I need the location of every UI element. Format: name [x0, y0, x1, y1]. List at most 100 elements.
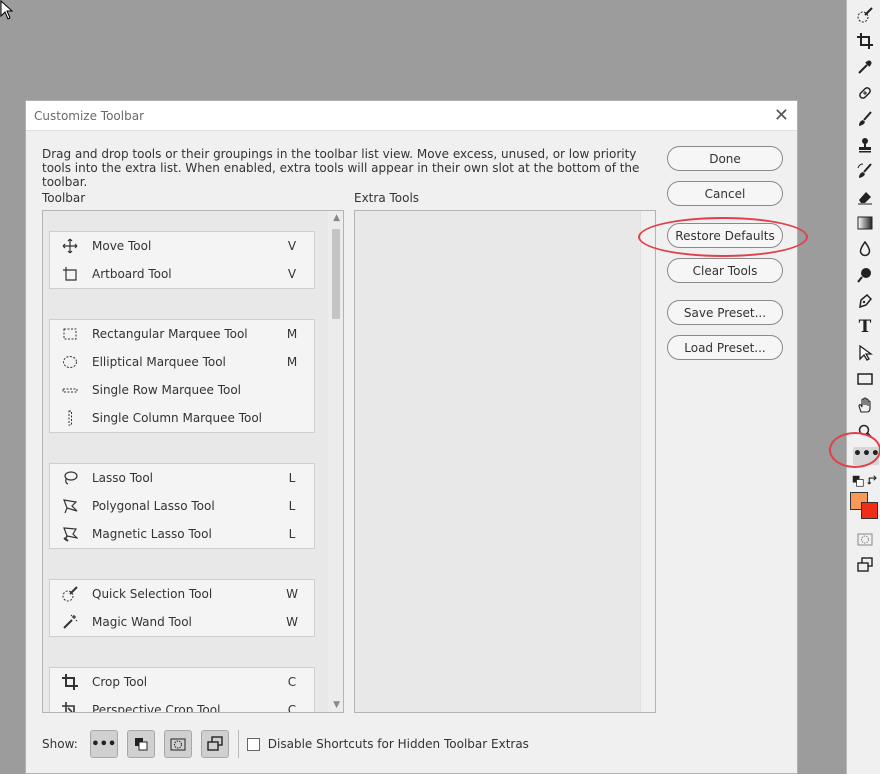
tool-name: Artboard Tool	[92, 267, 172, 281]
pen-icon[interactable]	[856, 292, 874, 310]
lasso-icon	[56, 470, 84, 486]
rect-marquee-icon	[56, 326, 84, 342]
show-quick-mask-button[interactable]	[163, 730, 192, 758]
tool-name: Perspective Crop Tool	[92, 703, 221, 713]
quick-mask-icon	[170, 738, 186, 751]
tool-name: Magnetic Lasso Tool	[92, 527, 212, 541]
tool-item[interactable]: Single Row Marquee Tool	[50, 376, 314, 404]
tool-shortcut: M	[286, 327, 298, 341]
extra-tools-scrollbar[interactable]	[640, 211, 655, 712]
clear-tools-button[interactable]: Clear Tools	[667, 258, 783, 283]
tool-item[interactable]: Rectangular Marquee Tool M	[50, 320, 314, 348]
tool-shortcut: L	[288, 471, 296, 485]
tool-shortcut: C	[287, 703, 297, 713]
tool-shortcut: L	[288, 499, 296, 513]
move-icon	[56, 238, 84, 254]
eyedropper-icon[interactable]	[856, 58, 874, 76]
tool-group[interactable]: Crop Tool C Perspective Crop Tool C	[49, 667, 315, 713]
tool-group[interactable]: Rectangular Marquee Tool M Elliptical Ma…	[49, 319, 315, 433]
tool-name: Quick Selection Tool	[92, 587, 213, 601]
tool-name: Move Tool	[92, 239, 152, 253]
tool-item[interactable]: Lasso Tool L	[50, 464, 314, 492]
customize-toolbar-dialog: Customize Toolbar ✕ Drag and drop tools …	[25, 100, 808, 774]
tool-shortcut: V	[287, 239, 297, 253]
tool-item[interactable]: Quick Selection Tool W	[50, 580, 314, 608]
polygonal-lasso-icon	[56, 498, 84, 514]
tool-item[interactable]: Perspective Crop Tool C	[50, 696, 314, 713]
show-screen-mode-button[interactable]	[200, 730, 229, 758]
type-icon[interactable]: T	[856, 317, 874, 337]
quick-mask-icon[interactable]	[856, 530, 874, 548]
eraser-icon[interactable]	[856, 188, 874, 206]
background-color-swatch[interactable]	[861, 502, 878, 519]
path-selection-icon[interactable]	[856, 344, 874, 362]
tool-shortcut: V	[287, 267, 297, 281]
tool-item[interactable]: Single Column Marquee Tool	[50, 404, 314, 432]
tool-name: Rectangular Marquee Tool	[92, 327, 248, 341]
tool-item[interactable]: Move Tool V	[50, 232, 314, 260]
quick-selection-icon[interactable]	[856, 6, 874, 24]
default-colors-icon[interactable]	[852, 472, 864, 490]
done-button[interactable]: Done	[667, 146, 783, 171]
rectangle-icon[interactable]	[856, 370, 874, 388]
show-bar: Show: ••• Disable Shortcuts for Hidden T…	[42, 728, 529, 760]
show-extras-button[interactable]: •••	[89, 730, 118, 758]
quick-selection-icon	[56, 586, 84, 602]
crop-icon[interactable]	[856, 32, 874, 50]
load-preset-button[interactable]: Load Preset...	[667, 335, 783, 360]
dialog-description: Drag and drop tools or their groupings i…	[42, 147, 640, 189]
scroll-down-icon[interactable]: ▼	[333, 700, 340, 710]
disable-shortcuts-label[interactable]: Disable Shortcuts for Hidden Toolbar Ext…	[268, 737, 529, 751]
screen-mode-icon[interactable]	[856, 556, 874, 574]
healing-brush-icon[interactable]	[856, 84, 874, 102]
tool-group[interactable]: Quick Selection Tool W Magic Wand Tool W	[49, 579, 315, 637]
toolbar-list[interactable]: Move Tool V Artboard Tool V Rectangular …	[42, 210, 344, 713]
tool-shortcut: W	[286, 615, 298, 629]
close-icon[interactable]: ✕	[774, 106, 789, 125]
tool-name: Magic Wand Tool	[92, 615, 192, 629]
tool-name: Single Row Marquee Tool	[92, 383, 242, 397]
swap-colors-icon[interactable]	[867, 472, 879, 490]
magic-wand-icon	[56, 614, 84, 630]
tool-item[interactable]: Magic Wand Tool W	[50, 608, 314, 636]
tool-item[interactable]: Crop Tool C	[50, 668, 314, 696]
tool-item[interactable]: Artboard Tool V	[50, 260, 314, 288]
scroll-up-icon[interactable]: ▲	[333, 213, 340, 223]
tool-item[interactable]: Elliptical Marquee Tool M	[50, 348, 314, 376]
more-icon: •••	[91, 736, 117, 752]
scrollbar-thumb[interactable]	[332, 229, 340, 319]
gradient-icon[interactable]	[856, 214, 874, 232]
toolbar-list-scrollbar[interactable]: ▲ ▼	[328, 211, 343, 712]
tool-item[interactable]: Magnetic Lasso Tool L	[50, 520, 314, 548]
save-preset-button[interactable]: Save Preset...	[667, 300, 783, 325]
tool-name: Elliptical Marquee Tool	[92, 355, 226, 369]
mouse-cursor-icon	[0, 0, 14, 20]
photoshop-toolbar: T •••	[846, 0, 880, 774]
tool-item[interactable]: Polygonal Lasso Tool L	[50, 492, 314, 520]
tool-group[interactable]: Move Tool V Artboard Tool V	[49, 231, 315, 289]
history-brush-icon[interactable]	[856, 162, 874, 180]
show-colors-button[interactable]	[126, 730, 155, 758]
blur-icon[interactable]	[856, 240, 874, 258]
magnetic-lasso-icon	[56, 526, 84, 542]
tool-shortcut: L	[288, 527, 296, 541]
divider	[237, 730, 239, 758]
perspective-crop-icon	[56, 702, 84, 712]
clone-stamp-icon[interactable]	[856, 136, 874, 154]
brush-icon[interactable]	[856, 110, 874, 128]
cancel-button[interactable]: Cancel	[667, 181, 783, 206]
tool-group[interactable]: Lasso Tool L Polygonal Lasso Tool L Magn…	[49, 463, 315, 549]
tool-shortcut: M	[286, 355, 298, 369]
extra-tools-list[interactable]	[354, 210, 656, 713]
hand-icon[interactable]	[856, 396, 874, 414]
tool-name: Lasso Tool	[92, 471, 154, 485]
crop-icon	[56, 674, 84, 690]
screen-mode-icon	[207, 736, 223, 751]
row-marquee-icon	[56, 382, 84, 398]
toolbar-list-label: Toolbar	[42, 191, 86, 205]
dodge-icon[interactable]	[856, 266, 874, 284]
artboard-icon	[56, 266, 84, 282]
tool-shortcut: W	[286, 587, 298, 601]
show-label: Show:	[42, 737, 78, 751]
disable-shortcuts-checkbox[interactable]	[246, 737, 260, 751]
